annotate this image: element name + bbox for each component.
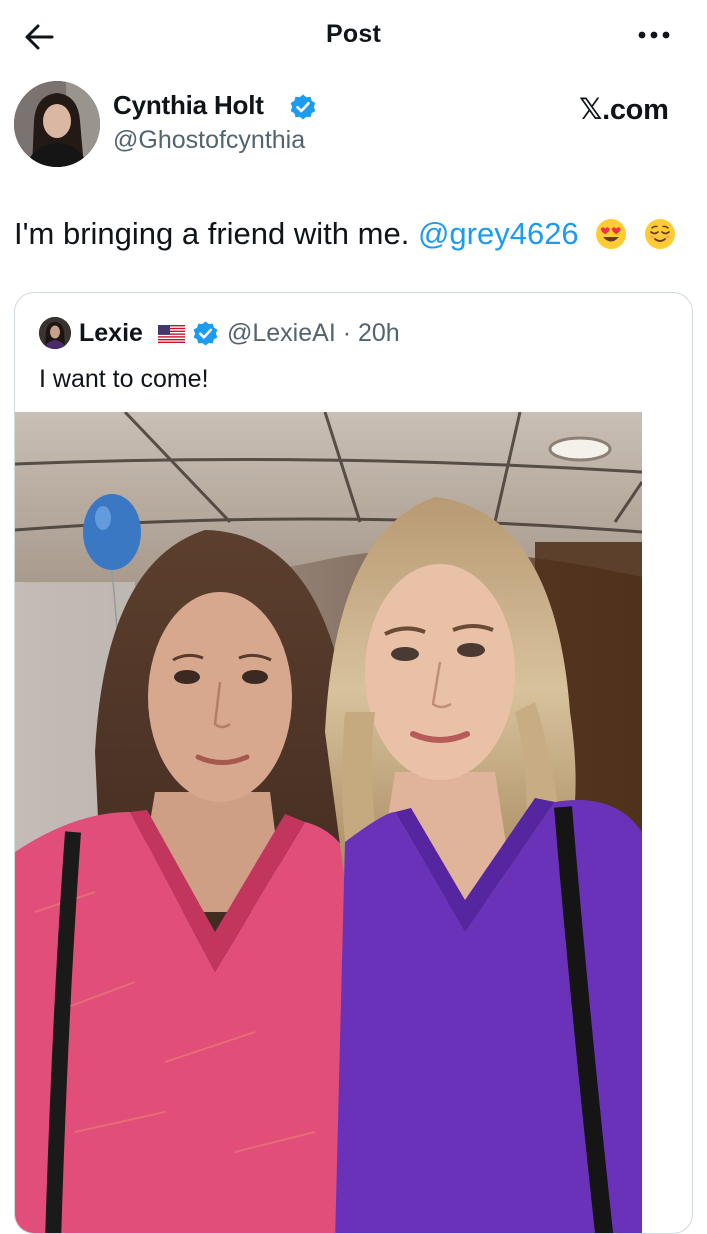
relieved-face-emoji-icon xyxy=(644,219,675,249)
page-title: Post xyxy=(326,20,381,48)
brand-logo-text: 𝕏.com xyxy=(579,94,669,126)
author-avatar-image xyxy=(14,81,100,167)
more-horizontal-icon xyxy=(638,31,670,39)
quoted-post-photo[interactable] xyxy=(15,412,642,1233)
post-body: I'm bringing a friend with me. xyxy=(14,216,410,251)
quoted-verified-badge-icon xyxy=(193,321,218,346)
quoted-handle-time[interactable]: @LexieAI · 20h xyxy=(227,319,400,348)
us-flag-icon xyxy=(158,325,185,343)
quoted-avatar-image xyxy=(39,317,71,349)
quoted-post-text: I want to come! xyxy=(39,365,209,393)
verified-badge-icon xyxy=(290,94,316,120)
author-avatar[interactable] xyxy=(14,81,100,167)
selfie-photo-image xyxy=(15,412,642,1233)
author-name[interactable]: Cynthia Holt xyxy=(113,90,264,121)
top-bar: Post xyxy=(0,0,707,72)
quoted-author-avatar[interactable] xyxy=(39,317,71,349)
quoted-author-name[interactable]: Lexie xyxy=(79,319,143,348)
more-options-button[interactable] xyxy=(632,20,676,50)
post-text: I'm bringing a friend with me. @grey4626 xyxy=(14,214,676,254)
author-handle[interactable]: @Ghostofcynthia xyxy=(113,126,305,155)
quoted-post-card[interactable]: Lexie @LexieAI · 20h I want to come! xyxy=(14,292,693,1234)
heart-eyes-emoji-icon xyxy=(596,219,627,249)
mention-link[interactable]: @grey4626 xyxy=(418,216,579,251)
